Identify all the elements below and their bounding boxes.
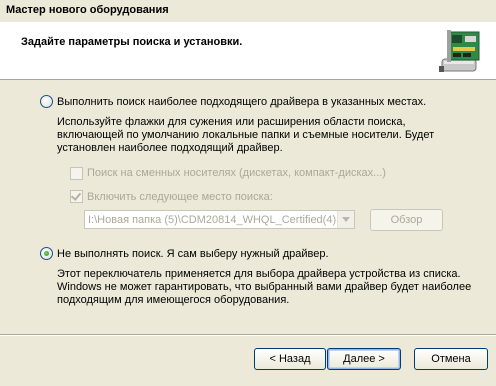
removable-media-label[interactable]: Поиск на сменных носителях (дискетах, ко… bbox=[87, 167, 386, 179]
wizard-window: Мастер нового оборудования Задайте парам… bbox=[0, 0, 496, 386]
location-combobox[interactable]: I:\Новая папка (5)\CDM20814_WHQL_Certifi… bbox=[84, 210, 355, 229]
chevron-down-icon[interactable] bbox=[337, 211, 354, 228]
next-button[interactable]: Далее > bbox=[327, 348, 401, 370]
search-description: Используйте флажки для сужения или расши… bbox=[57, 116, 435, 154]
footer-separator-highlight bbox=[0, 335, 496, 336]
hardware-card-icon bbox=[439, 30, 480, 72]
location-value: I:\Новая папка (5)\CDM20814_WHQL_Certifi… bbox=[88, 214, 337, 226]
include-location-checkbox[interactable] bbox=[70, 190, 83, 203]
header-title: Задайте параметры поиска и установки. bbox=[21, 36, 243, 48]
wizard-header: Задайте параметры поиска и установки. bbox=[0, 22, 496, 80]
removable-media-checkbox[interactable] bbox=[70, 167, 83, 180]
search-radio-label[interactable]: Выполнить поиск наиболее подходящего дра… bbox=[57, 96, 426, 108]
manual-radio-label[interactable]: Не выполнять поиск. Я сам выберу нужный … bbox=[57, 248, 329, 260]
search-radio[interactable] bbox=[40, 95, 53, 108]
cancel-button[interactable]: Отмена bbox=[414, 348, 488, 370]
back-button[interactable]: < Назад bbox=[254, 348, 326, 370]
title-bar: Мастер нового оборудования bbox=[0, 0, 496, 23]
window-title: Мастер нового оборудования bbox=[6, 4, 169, 16]
manual-radio[interactable] bbox=[40, 247, 53, 260]
manual-description: Этот переключатель применяется для выбор… bbox=[57, 268, 472, 306]
include-location-label[interactable]: Включить следующее место поиска: bbox=[87, 191, 273, 203]
browse-button[interactable]: Обзор bbox=[370, 209, 443, 231]
